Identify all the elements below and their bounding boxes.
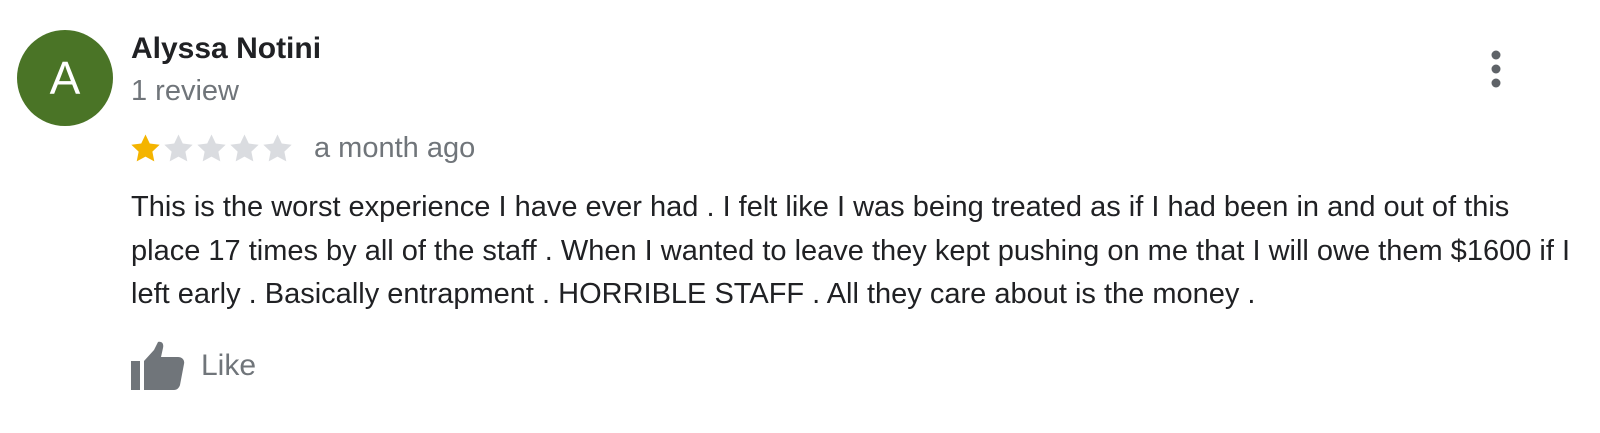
star-filled-icon (131, 133, 160, 161)
rating-row: a month ago (129, 128, 475, 168)
more-options-button[interactable] (1478, 48, 1514, 90)
author-name[interactable]: Alyssa Notini (131, 30, 321, 68)
review-count[interactable]: 1 review (131, 72, 239, 110)
avatar-initial: A (49, 52, 81, 104)
review-text: This is the worst experience I have ever… (131, 191, 1570, 310)
review-card: A Alyssa Notini 1 review a month ago Thi… (0, 0, 1600, 433)
star-empty-icon (164, 133, 193, 161)
avatar[interactable]: A (17, 30, 113, 126)
review-timestamp: a month ago (314, 131, 476, 164)
thumbs-up-icon (131, 341, 185, 390)
like-label: Like (201, 349, 257, 382)
like-button[interactable]: Like (129, 338, 256, 394)
star-empty-icon (197, 133, 226, 161)
star-empty-icon (230, 133, 259, 161)
more-vert-icon (1491, 50, 1501, 88)
star-rating (129, 132, 294, 165)
star-empty-icon (263, 133, 292, 161)
